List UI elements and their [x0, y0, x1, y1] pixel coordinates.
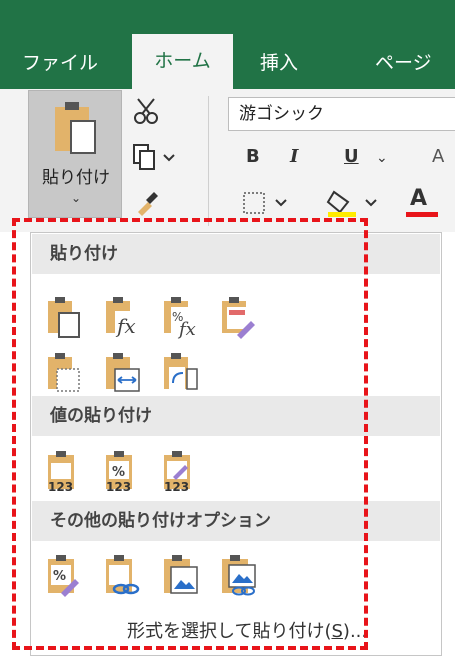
bold-button[interactable]: B — [246, 146, 260, 167]
svg-text:123: 123 — [106, 480, 131, 493]
paste-link-icon — [106, 555, 140, 595]
paste-values-number-format-button[interactable]: % 123 — [103, 449, 143, 494]
paste-special-menu-item[interactable]: 形式を選択して貼り付け(S)... — [127, 617, 367, 643]
paste-values-source-formatting-button[interactable]: 123 — [161, 449, 201, 494]
paste-special-accelerator: S — [331, 621, 343, 642]
paste-picture-button[interactable] — [161, 553, 201, 597]
copy-icon[interactable] — [132, 143, 178, 171]
sheet-edge — [442, 232, 455, 656]
svg-text:%: % — [53, 569, 66, 584]
cut-icon[interactable] — [132, 96, 160, 126]
section-header-other-options: その他の貼り付けオプション — [32, 501, 440, 541]
ribbon-tab-bar: ファイル ホーム 挿入 ページ — [0, 0, 455, 89]
tab-file[interactable]: ファイル — [22, 52, 98, 74]
section-header-values: 値の貼り付け — [32, 396, 440, 436]
paste-no-borders-button[interactable] — [45, 351, 85, 395]
underline-dropdown-icon[interactable]: ⌄ — [376, 150, 388, 166]
paste-keep-column-widths-button[interactable] — [103, 351, 143, 395]
paste-values-button[interactable]: 123 — [45, 449, 85, 494]
paste-special-label: 形式を選択して貼り付け( — [127, 621, 332, 642]
paste-icon — [48, 297, 80, 338]
paste-special-label-suffix: )... — [342, 621, 368, 642]
paste-formulas-number-format-button[interactable]: % fx — [161, 295, 201, 340]
italic-button[interactable]: I — [290, 146, 298, 167]
paste-formulas-icon: fx — [106, 297, 139, 338]
paste-values-icon: 123 — [48, 451, 74, 494]
paste-button[interactable]: 貼り付け ⌄ — [28, 90, 122, 218]
format-painter-icon[interactable] — [132, 188, 160, 216]
paste-no-borders-icon — [48, 353, 80, 392]
group-separator — [208, 96, 209, 226]
svg-text:123: 123 — [164, 480, 189, 493]
fill-color-icon[interactable] — [326, 188, 382, 218]
paste-clipboard-icon — [55, 102, 96, 154]
paste-values-source-formatting-icon: 123 — [164, 451, 190, 494]
font-color-button[interactable]: A — [410, 186, 427, 211]
tab-insert[interactable]: 挿入 — [260, 52, 298, 74]
paste-keep-column-widths-icon — [106, 353, 140, 392]
tab-page-layout[interactable]: ページ — [375, 52, 432, 74]
paste-formulas-number-format-icon: % fx — [164, 297, 199, 340]
paste-normal-button[interactable] — [45, 295, 85, 339]
paste-linked-picture-button[interactable] — [219, 553, 259, 597]
underline-button[interactable]: U — [344, 146, 359, 167]
paste-label: 貼り付け — [42, 168, 110, 188]
tab-home[interactable]: ホーム — [132, 34, 233, 89]
svg-text:123: 123 — [48, 480, 73, 493]
font-name-select[interactable]: 游ゴシック — [228, 97, 455, 131]
paste-link-button[interactable] — [103, 553, 143, 597]
chevron-down-icon[interactable]: ⌄ — [29, 191, 123, 205]
paste-transpose-icon — [164, 353, 198, 390]
font-color-swatch — [406, 212, 438, 217]
svg-text:%: % — [112, 465, 125, 480]
paste-options-menu: 貼り付け fx % fx 値の貼り付け 123 % 123 123 その他の貼り… — [30, 232, 442, 656]
paste-picture-icon — [164, 555, 198, 594]
border-icon[interactable] — [242, 190, 292, 216]
paste-keep-source-formatting-icon — [222, 297, 255, 339]
paste-transpose-button[interactable] — [161, 351, 201, 395]
section-header-paste: 貼り付け — [32, 234, 440, 274]
paste-keep-source-formatting-button[interactable] — [219, 295, 259, 339]
font-size-increase-label[interactable]: A — [432, 146, 444, 167]
paste-values-number-format-icon: % 123 — [106, 451, 132, 494]
paste-formatting-button[interactable]: % — [45, 553, 85, 597]
paste-formatting-icon: % — [48, 555, 79, 597]
svg-text:fx: fx — [177, 319, 196, 339]
paste-formulas-button[interactable]: fx — [103, 295, 143, 339]
svg-text:fx: fx — [115, 314, 136, 338]
paste-linked-picture-icon — [222, 555, 256, 596]
